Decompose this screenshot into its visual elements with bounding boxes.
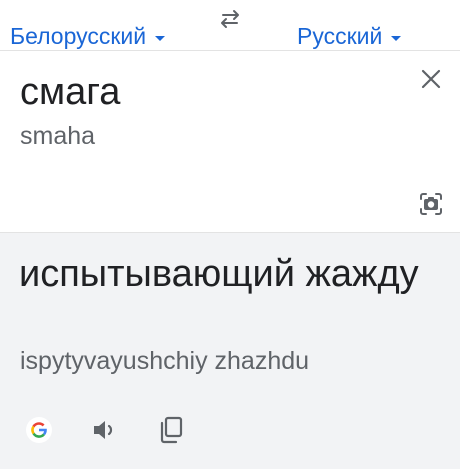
language-bar: Белорусский Русский [0, 0, 460, 51]
google-logo-icon[interactable] [25, 416, 53, 444]
source-text[interactable]: смага [20, 70, 120, 114]
translation-transliteration: ispytyvayushchiy zhazhdu [20, 347, 310, 375]
source-transliteration: smaha [20, 122, 96, 150]
translation-result-panel: испытывающий жажду ispytyvayushchiy zhaz… [0, 233, 460, 469]
caret-down-icon [391, 35, 402, 41]
target-language-selector[interactable]: Русский [297, 22, 402, 50]
target-language-label: Русский [297, 23, 383, 49]
translation-text: испытывающий жажду [19, 253, 419, 295]
camera-icon[interactable] [418, 191, 444, 217]
caret-down-icon [155, 35, 166, 41]
source-panel[interactable]: смага smaha [0, 51, 460, 233]
speaker-icon[interactable] [91, 416, 119, 444]
source-language-label: Белорусский [10, 23, 147, 49]
close-icon[interactable] [419, 67, 443, 91]
source-language-selector[interactable]: Белорусский [10, 22, 166, 50]
translate-app: Белорусский Русский смага smaha испытыва… [0, 0, 460, 469]
copy-icon[interactable] [158, 415, 186, 445]
swap-arrows-icon[interactable] [217, 9, 243, 29]
